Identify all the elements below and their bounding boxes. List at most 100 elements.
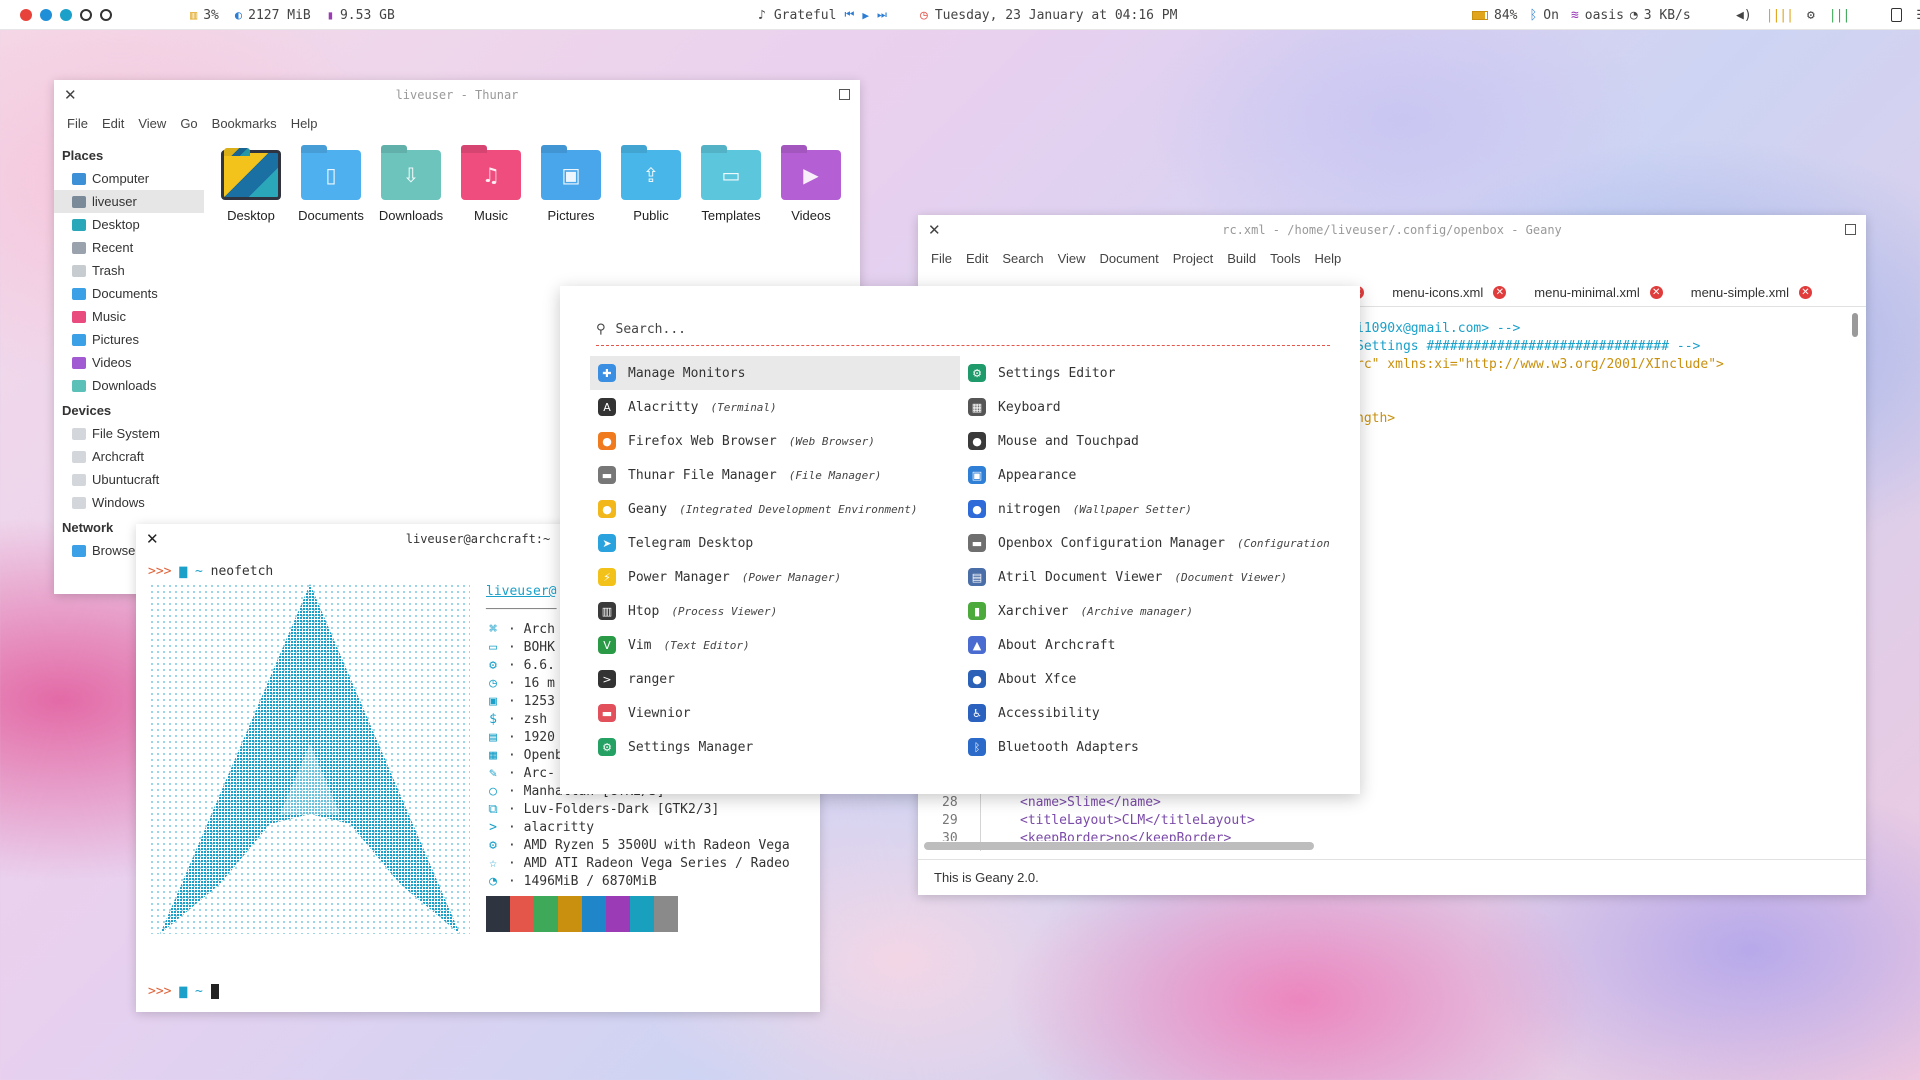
sidebar-item-computer[interactable]: Computer	[54, 167, 204, 190]
tab-menu-simple[interactable]: menu-simple.xml ✕	[1677, 279, 1826, 306]
sidebar-item-trash[interactable]: Trash	[54, 259, 204, 282]
wifi-icon[interactable]: ≋	[1571, 8, 1579, 23]
workspace-4-ring[interactable]	[80, 9, 92, 21]
sidebar-item-archcraft[interactable]: Archcraft	[54, 445, 204, 468]
launcher-item-power-manager[interactable]: ⚡ Power Manager (Power Manager)	[590, 560, 960, 594]
maximize-icon[interactable]	[1845, 224, 1856, 235]
brightness-level-icon[interactable]: |||	[1829, 8, 1851, 23]
volume-level-icon[interactable]: ||||	[1766, 8, 1794, 23]
menu-search[interactable]: Search	[995, 251, 1050, 266]
launcher-item-mouse-and-touchpad[interactable]: ● Mouse and Touchpad	[960, 424, 1330, 458]
sidebar-item-ubuntucraft[interactable]: Ubuntucraft	[54, 468, 204, 491]
power-icon[interactable]	[1891, 8, 1903, 22]
launcher-item-keyboard[interactable]: ▦ Keyboard	[960, 390, 1330, 424]
launcher-item-bluetooth-adapters[interactable]: ᛒ Bluetooth Adapters	[960, 730, 1330, 764]
launcher-item-nitrogen[interactable]: ● nitrogen (Wallpaper Setter)	[960, 492, 1330, 526]
menu-help[interactable]: Help	[284, 116, 325, 131]
sidebar-item-recent[interactable]: Recent	[54, 236, 204, 259]
launcher-item-vim[interactable]: V Vim (Text Editor)	[590, 628, 960, 662]
tab-close-icon[interactable]: ✕	[1799, 286, 1812, 299]
launcher-item-about-xfce[interactable]: ● About Xfce	[960, 662, 1330, 696]
menu-edit[interactable]: Edit	[959, 251, 995, 266]
bluetooth-icon[interactable]: ᛒ	[1529, 8, 1537, 23]
sidebar-item-file-system[interactable]: File System	[54, 422, 204, 445]
menu-view[interactable]: View	[131, 116, 173, 131]
close-icon[interactable]: ✕	[64, 86, 77, 104]
launcher-item-alacritty[interactable]: A Alacritty (Terminal)	[590, 390, 960, 424]
menu-build[interactable]: Build	[1220, 251, 1263, 266]
launcher-item-manage-monitors[interactable]: ✚ Manage Monitors	[590, 356, 960, 390]
clock[interactable]: ◷ Tuesday, 23 January at 04:16 PM	[920, 0, 1177, 30]
horizontal-scrollbar[interactable]	[924, 842, 1314, 850]
folder-public[interactable]: ⇪ Public	[621, 150, 681, 223]
launcher-item-telegram-desktop[interactable]: ➤ Telegram Desktop	[590, 526, 960, 560]
next-track-icon[interactable]: ⏭	[877, 8, 887, 22]
app-name: Thunar File Manager	[628, 467, 777, 483]
sidebar-item-downloads[interactable]: Downloads	[54, 374, 204, 397]
menu-file[interactable]: File	[60, 116, 95, 131]
launcher-item-htop[interactable]: ▥ Htop (Process Viewer)	[590, 594, 960, 628]
launcher-item-ranger[interactable]: > ranger	[590, 662, 960, 696]
launcher-item-about-archcraft[interactable]: ▲ About Archcraft	[960, 628, 1330, 662]
search-input[interactable]: Search...	[616, 322, 686, 337]
folder-documents[interactable]: ▯ Documents	[298, 150, 364, 223]
workspace-1-dot[interactable]	[20, 9, 32, 21]
launcher-item-settings-editor[interactable]: ⚙ Settings Editor	[960, 356, 1330, 390]
menu-file[interactable]: File	[924, 251, 959, 266]
close-icon[interactable]: ✕	[146, 530, 159, 548]
folder-pictures[interactable]: ▣ Pictures	[541, 150, 601, 223]
folder-videos[interactable]: ▶ Videos	[781, 150, 841, 223]
tab-close-icon[interactable]: ✕	[1649, 286, 1663, 299]
close-icon[interactable]: ✕	[928, 221, 941, 239]
play-icon[interactable]: ▶	[862, 9, 869, 22]
launcher-item-atril-document-viewer[interactable]: ▤ Atril Document Viewer (Document Viewer)	[960, 560, 1330, 594]
sidebar-item-pictures[interactable]: Pictures	[54, 328, 204, 351]
menu-view[interactable]: View	[1051, 251, 1093, 266]
menu-bookmarks[interactable]: Bookmarks	[205, 116, 284, 131]
workspace-5-ring[interactable]	[100, 9, 112, 21]
sidebar-item-liveuser[interactable]: liveuser	[54, 190, 204, 213]
launcher-item-xarchiver[interactable]: ▮ Xarchiver (Archive manager)	[960, 594, 1330, 628]
workspace-2-dot[interactable]	[40, 9, 52, 21]
tab-close-icon[interactable]: ✕	[1493, 286, 1507, 299]
previous-track-icon[interactable]: ⏮	[844, 8, 854, 22]
launcher-item-thunar-file-manager[interactable]: ▬ Thunar File Manager (File Manager)	[590, 458, 960, 492]
settings-icon[interactable]: ⚙	[1807, 8, 1815, 23]
menu-help[interactable]: Help	[1308, 251, 1349, 266]
launcher-item-geany[interactable]: ● Geany (Integrated Development Environmen…	[590, 492, 960, 526]
maximize-icon[interactable]	[839, 89, 850, 100]
launcher-item-appearance[interactable]: ▣ Appearance	[960, 458, 1330, 492]
vertical-scrollbar[interactable]	[1852, 313, 1858, 337]
geany-titlebar[interactable]: ✕ rc.xml - /home/liveuser/.config/openbo…	[918, 215, 1866, 245]
folder-music[interactable]: ♫ Music	[461, 150, 521, 223]
menu-project[interactable]: Project	[1166, 251, 1220, 266]
workspace-switcher[interactable]	[20, 0, 112, 30]
launcher-item-viewnior[interactable]: ▬ Viewnior	[590, 696, 960, 730]
menu-icon[interactable]: ☰	[1916, 8, 1920, 23]
workspace-3-dot[interactable]	[60, 9, 72, 21]
music-player[interactable]: ♪ Grateful ⏮ ▶ ⏭	[758, 0, 887, 30]
volume-icon[interactable]: ◀)	[1736, 8, 1752, 23]
keyboard-icon: ▦	[968, 398, 986, 416]
launcher-search-bar[interactable]: ⚲ Search...	[596, 314, 1330, 346]
menu-edit[interactable]: Edit	[95, 116, 131, 131]
folder-templates[interactable]: ▭ Templates	[701, 150, 761, 223]
launcher-item-settings-manager[interactable]: ⚙ Settings Manager	[590, 730, 960, 764]
folder-downloads[interactable]: ⇩ Downloads	[379, 150, 443, 223]
launcher-item-openbox-configuration-manager[interactable]: ▬ Openbox Configuration Manager (Configura…	[960, 526, 1330, 560]
sidebar-item-music[interactable]: Music	[54, 305, 204, 328]
menu-tools[interactable]: Tools	[1263, 251, 1307, 266]
geany-menubar: File Edit Search View Document Project B…	[918, 245, 1866, 271]
tab-menu-minimal[interactable]: menu-minimal.xml ✕	[1520, 279, 1676, 306]
launcher-item-accessibility[interactable]: ♿ Accessibility	[960, 696, 1330, 730]
folder-desktop[interactable]: Desktop	[221, 150, 281, 223]
sidebar-item-documents[interactable]: Documents	[54, 282, 204, 305]
thunar-titlebar[interactable]: ✕ liveuser - Thunar	[54, 80, 860, 110]
launcher-item-firefox-web-browser[interactable]: ● Firefox Web Browser (Web Browser)	[590, 424, 960, 458]
menu-document[interactable]: Document	[1093, 251, 1166, 266]
sidebar-item-desktop[interactable]: Desktop	[54, 213, 204, 236]
sidebar-item-videos[interactable]: Videos	[54, 351, 204, 374]
sidebar-item-windows[interactable]: Windows	[54, 491, 204, 514]
menu-go[interactable]: Go	[173, 116, 204, 131]
tab-menu-icons[interactable]: menu-icons.xml ✕	[1378, 279, 1520, 306]
